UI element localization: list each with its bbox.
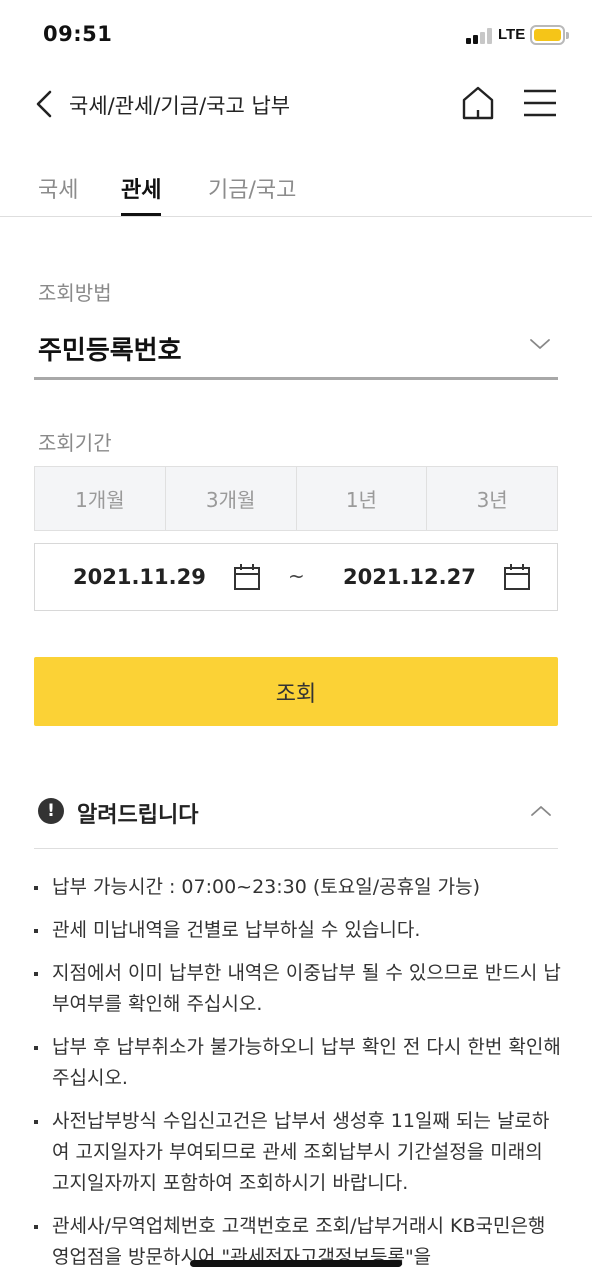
- date-separator: ~: [288, 564, 305, 588]
- end-date-field[interactable]: 2021.12.27: [343, 565, 476, 589]
- tab-bar: 국세 관세 기금/국고: [0, 160, 592, 217]
- start-date-field[interactable]: 2021.11.29: [73, 565, 206, 589]
- calendar-icon[interactable]: [503, 563, 531, 591]
- home-button[interactable]: [460, 84, 496, 122]
- notice-item: 납부 가능시간 : 07:00~23:30 (토요일/공휴일 가능): [34, 872, 564, 903]
- hamburger-menu-icon: [524, 89, 556, 117]
- notice-item: 지점에서 이미 납부한 내역은 이중납부 될 수 있으므로 반드시 납부여부를 …: [34, 958, 564, 1020]
- back-button[interactable]: [30, 86, 60, 122]
- notice-title: 알려드립니다: [77, 803, 199, 828]
- signal-icon: [466, 28, 494, 44]
- search-method-label: 조회방법: [38, 281, 112, 305]
- menu-button[interactable]: [522, 86, 558, 120]
- search-period-label: 조회기간: [38, 431, 112, 455]
- period-3-years-button[interactable]: 3년: [427, 467, 557, 530]
- period-1-year-button[interactable]: 1년: [297, 467, 428, 530]
- date-range: 2021.11.29 ~ 2021.12.27: [34, 543, 558, 611]
- tab-fund-treasury[interactable]: 기금/국고: [208, 172, 296, 216]
- notice-header[interactable]: ! 알려드립니다: [34, 775, 558, 849]
- app-header: 국세/관세/기금/국고 납부: [0, 70, 592, 140]
- period-options: 1개월 3개월 1년 3년: [34, 466, 558, 531]
- calendar-icon[interactable]: [233, 563, 261, 591]
- chevron-left-icon: [36, 90, 52, 118]
- home-indicator: [190, 1260, 402, 1267]
- battery-icon: [530, 25, 565, 45]
- status-time: 09:51: [43, 22, 113, 46]
- notice-item: 사전납부방식 수입신고건은 납부서 생성후 11일째 되는 날로하여 고지일자가…: [34, 1106, 564, 1199]
- exclamation-icon: !: [38, 798, 64, 824]
- period-1-month-button[interactable]: 1개월: [35, 467, 166, 530]
- page-title: 국세/관세/기금/국고 납부: [69, 94, 291, 118]
- search-button[interactable]: 조회: [34, 657, 558, 726]
- notice-list: 납부 가능시간 : 07:00~23:30 (토요일/공휴일 가능) 관세 미납…: [34, 872, 564, 1280]
- network-label: LTE: [498, 26, 526, 43]
- search-method-select[interactable]: 주민등록번호: [34, 318, 558, 380]
- status-bar: 09:51 LTE: [0, 0, 592, 70]
- chevron-up-icon[interactable]: [528, 799, 554, 823]
- notice-item: 관세 미납내역을 건별로 납부하실 수 있습니다.: [34, 915, 564, 946]
- notice-item: 납부 후 납부취소가 불가능하오니 납부 확인 전 다시 한번 확인해 주십시오…: [34, 1032, 564, 1094]
- tab-customs-duty[interactable]: 관세: [121, 172, 162, 216]
- search-method-value: 주민등록번호: [38, 336, 182, 366]
- chevron-down-icon: [530, 339, 550, 349]
- period-3-months-button[interactable]: 3개월: [166, 467, 297, 530]
- tab-national-tax[interactable]: 국세: [38, 172, 78, 216]
- home-icon: [462, 86, 494, 120]
